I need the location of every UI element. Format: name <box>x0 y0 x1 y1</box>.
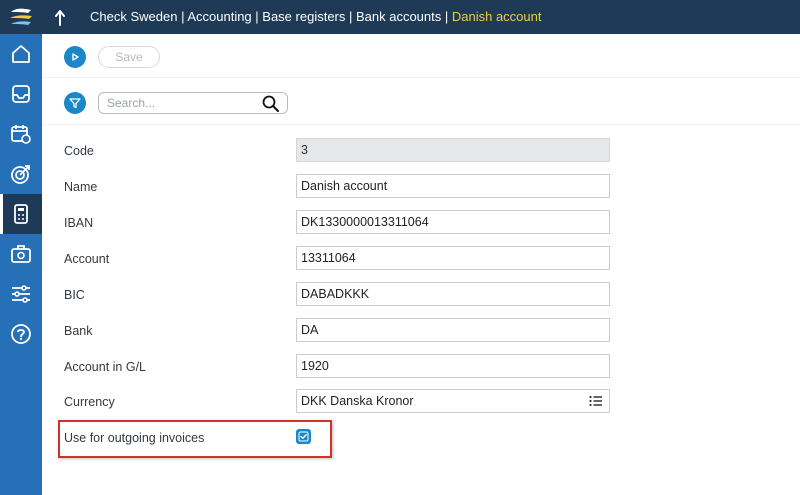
breadcrumb-item[interactable]: Accounting <box>187 9 251 24</box>
bank-input[interactable] <box>301 319 609 341</box>
sidebar <box>0 34 42 495</box>
bank-field[interactable] <box>296 318 610 342</box>
filter-button[interactable] <box>64 92 86 114</box>
breadcrumb-item[interactable]: Check Sweden <box>90 9 177 24</box>
gl-account-field[interactable] <box>296 354 610 378</box>
breadcrumb: Check Sweden | Accounting | Base registe… <box>90 9 542 24</box>
list-icon[interactable] <box>589 395 603 407</box>
account-label: Account <box>64 252 110 266</box>
search-box <box>98 92 288 114</box>
currency-label: Currency <box>64 395 115 409</box>
iban-label: IBAN <box>64 216 94 230</box>
back-button[interactable] <box>52 6 74 28</box>
back-arrow-icon <box>55 10 65 26</box>
breadcrumb-item[interactable]: Bank accounts <box>356 9 441 24</box>
name-field[interactable] <box>296 174 610 198</box>
filter-icon <box>69 98 81 109</box>
action-toolbar: Save <box>42 34 800 78</box>
iban-input[interactable] <box>301 211 609 233</box>
name-input[interactable] <box>301 175 609 197</box>
code-value: 3 <box>301 143 308 157</box>
bank-account-form: Code 3 Name IBAN Account BIC Bank Accoun… <box>42 125 800 495</box>
sidebar-item-services[interactable] <box>0 234 42 274</box>
gl-account-input[interactable] <box>301 355 609 377</box>
sidebar-item-goals[interactable] <box>0 154 42 194</box>
account-input[interactable] <box>301 247 609 269</box>
breadcrumb-current: Danish account <box>451 9 542 24</box>
outgoing-invoices-checkbox[interactable] <box>296 429 311 444</box>
bank-label: Bank <box>64 324 93 338</box>
search-icon[interactable] <box>262 95 279 112</box>
logo-icon <box>10 8 32 25</box>
currency-field[interactable]: DKK Danska Kronor <box>296 389 610 413</box>
inbox-icon <box>12 85 30 103</box>
sidebar-item-settings[interactable] <box>0 274 42 314</box>
save-button[interactable]: Save <box>98 46 160 68</box>
run-button[interactable] <box>64 46 86 68</box>
help-icon <box>11 324 31 344</box>
home-icon <box>12 45 30 63</box>
sidebar-item-calendar[interactable] <box>0 114 42 154</box>
currency-value: DKK Danska Kronor <box>301 394 414 408</box>
calculator-icon <box>14 204 28 224</box>
iban-field[interactable] <box>296 210 610 234</box>
target-icon <box>11 165 30 184</box>
sliders-icon <box>12 285 30 303</box>
sidebar-item-help[interactable] <box>0 314 42 354</box>
top-bar: Check Sweden | Accounting | Base registe… <box>0 0 800 34</box>
search-input[interactable] <box>107 95 257 111</box>
bic-field[interactable] <box>296 282 610 306</box>
code-label: Code <box>64 144 94 158</box>
bic-input[interactable] <box>301 283 609 305</box>
play-icon <box>72 53 79 61</box>
app-logo[interactable] <box>0 0 42 34</box>
sidebar-item-home[interactable] <box>0 34 42 74</box>
name-label: Name <box>64 180 98 194</box>
checkmark-icon <box>298 431 309 442</box>
gl-account-label: Account in G/L <box>64 360 146 374</box>
code-field: 3 <box>296 138 610 162</box>
sidebar-item-inbox[interactable] <box>0 74 42 114</box>
account-field[interactable] <box>296 246 610 270</box>
filter-toolbar <box>42 79 800 125</box>
breadcrumb-item[interactable]: Base registers <box>262 9 345 24</box>
outgoing-invoices-label: Use for outgoing invoices <box>64 431 205 445</box>
sidebar-item-accounting[interactable] <box>0 194 42 234</box>
bic-label: BIC <box>64 288 85 302</box>
medical-case-icon <box>11 245 31 263</box>
calendar-icon <box>11 125 31 144</box>
